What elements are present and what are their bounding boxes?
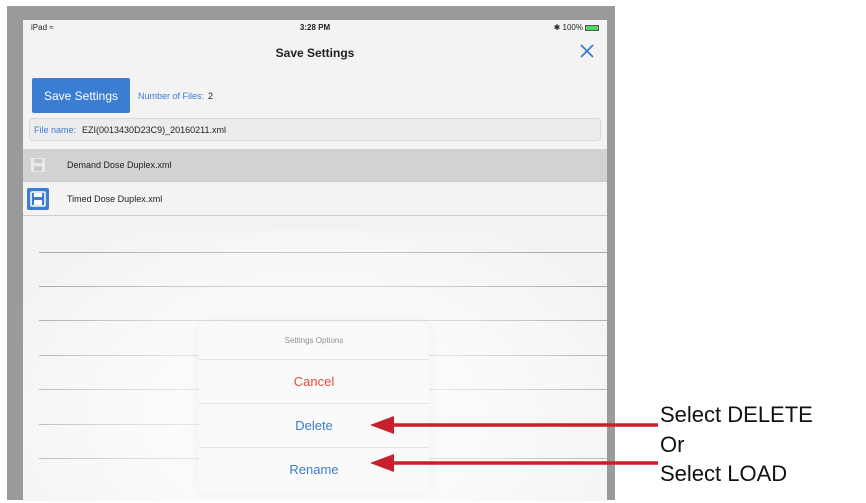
annotation-select-delete: Select DELETE: [660, 402, 813, 427]
stage: iPad ≈ 3:28 PM ✱ 100% Save Settings Save…: [0, 0, 866, 503]
annotation-or: Or: [660, 432, 685, 457]
arrow-to-rename: [370, 454, 658, 472]
annotation-select-load: Select LOAD: [660, 461, 788, 486]
arrow-to-delete: [370, 416, 658, 434]
